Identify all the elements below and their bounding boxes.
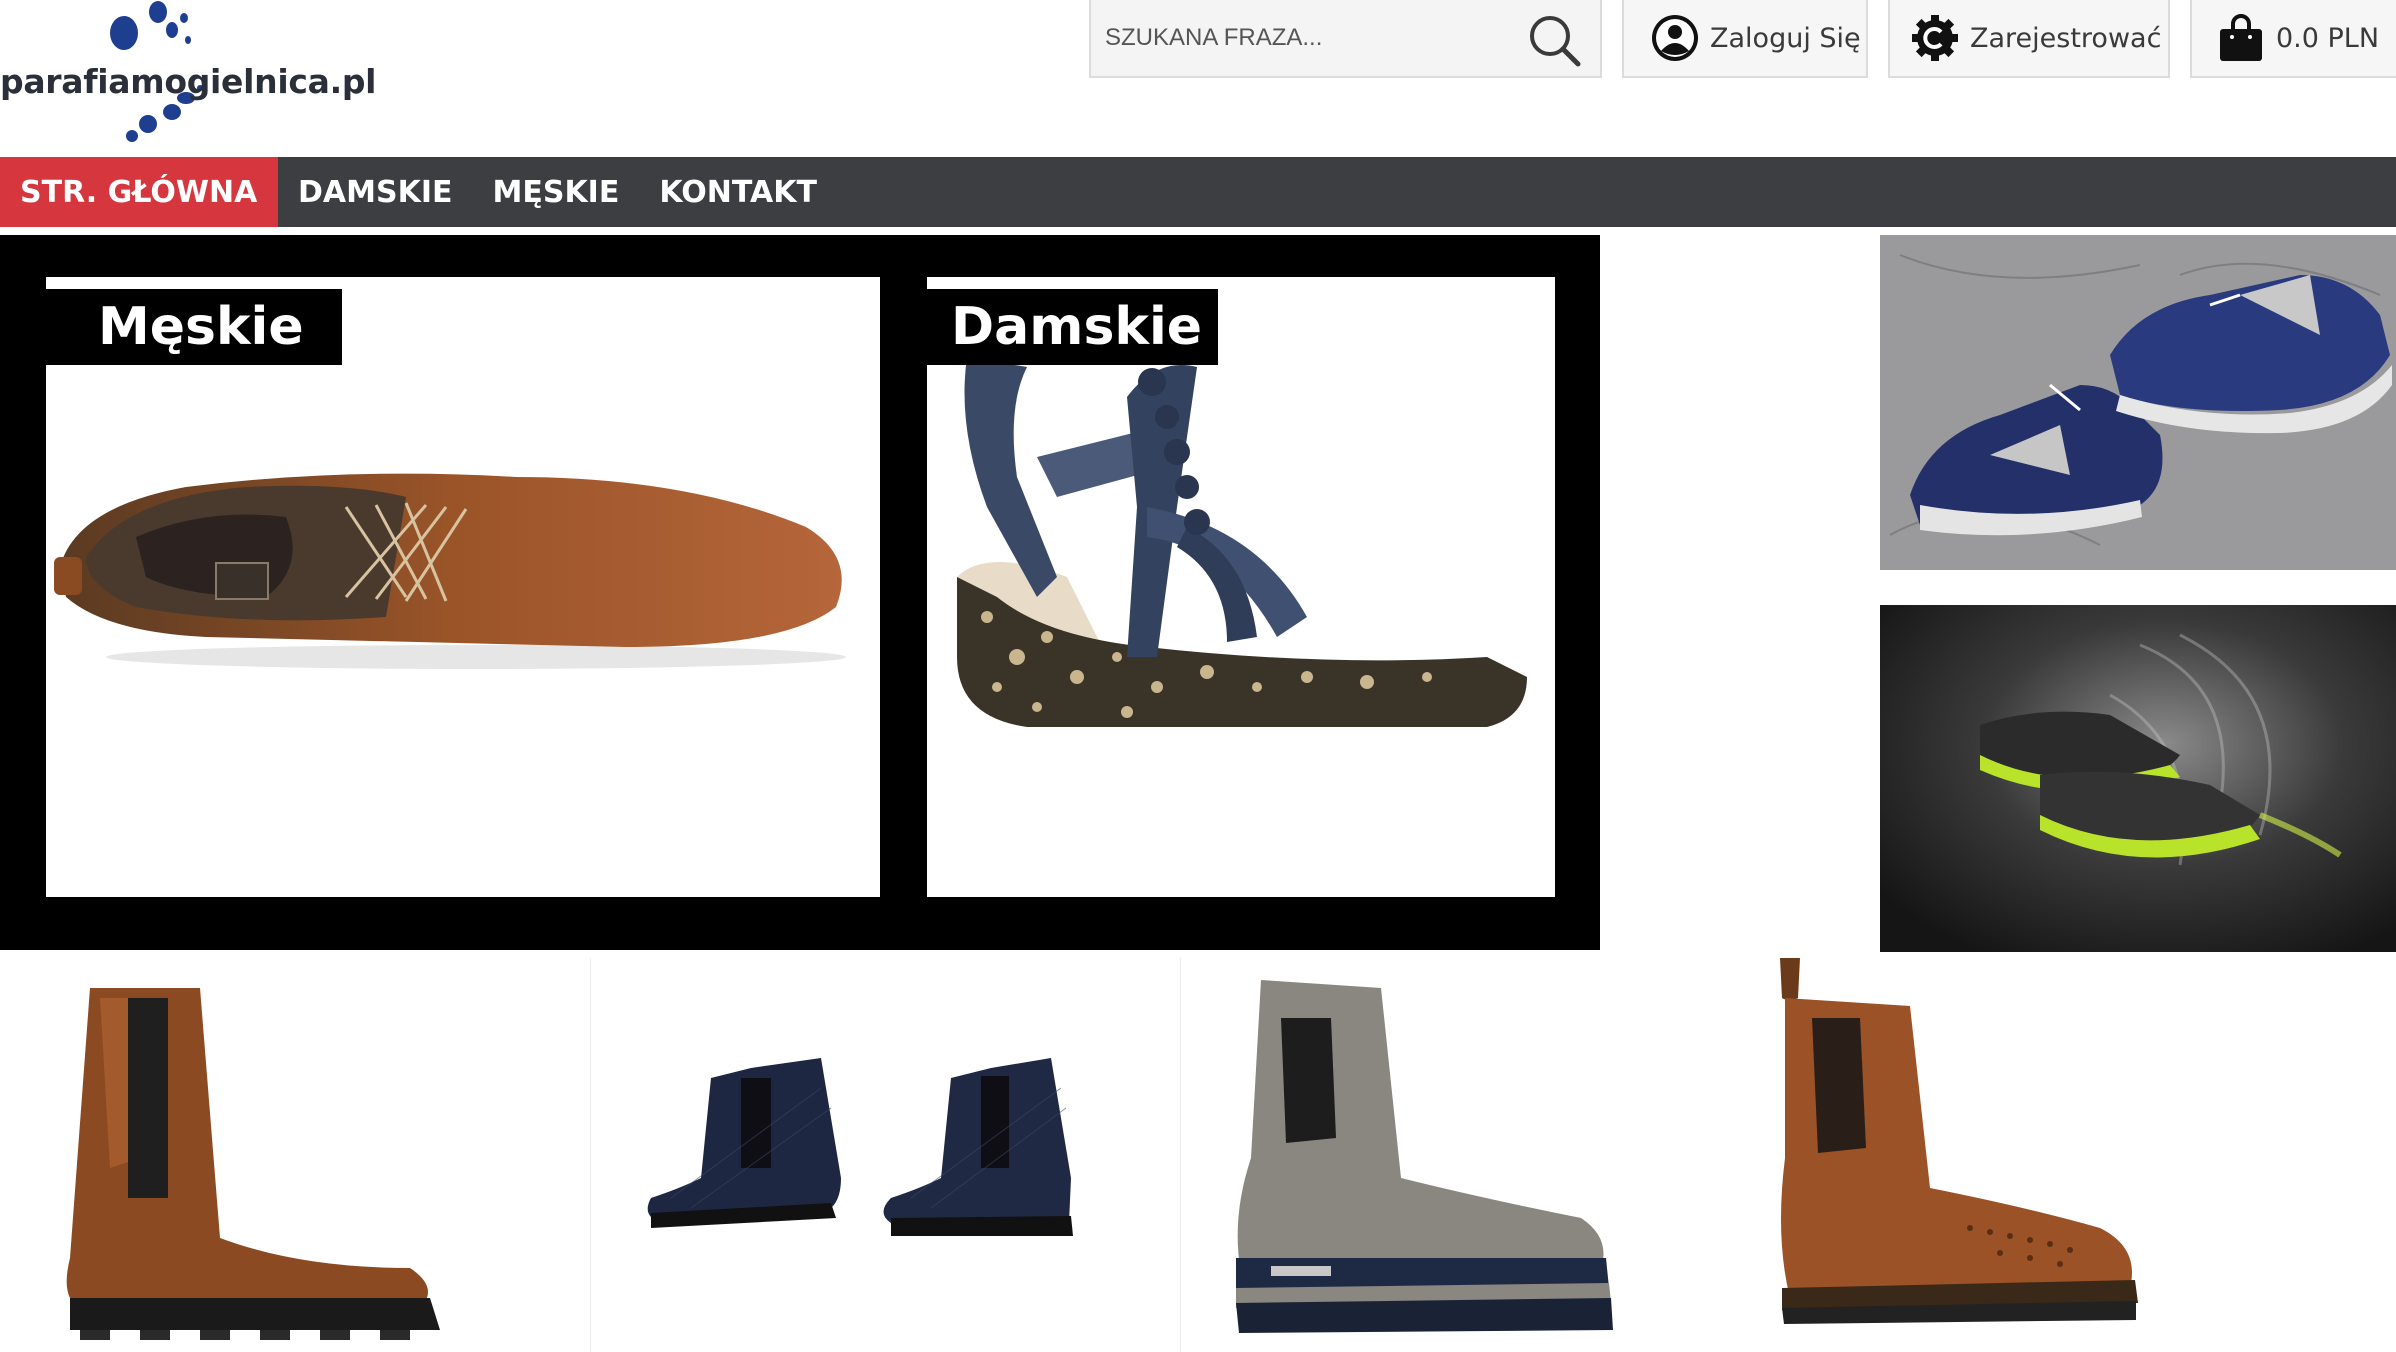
brown-chelsea-boot-image — [66, 988, 440, 1340]
register-label: Zarejestrować — [1970, 22, 2162, 54]
side-banner-sport[interactable] — [1880, 605, 2396, 952]
login-button[interactable]: Zaloguj Się — [1622, 0, 1868, 78]
product-tile[interactable] — [1180, 958, 1770, 1352]
side-banner-sneakers[interactable] — [1880, 235, 2396, 570]
brown-brogue-chelsea-boot-image — [1780, 958, 2138, 1324]
hero-label-men: Męskie — [46, 289, 342, 365]
product-tile[interactable] — [590, 958, 1180, 1352]
register-gear-icon — [1912, 15, 1958, 61]
user-icon — [1652, 15, 1698, 61]
product-tile[interactable] — [1770, 958, 2396, 1352]
nav-item-women[interactable]: DAMSKIE — [278, 157, 472, 227]
blue-sneakers-image — [1880, 235, 2396, 570]
cart-button[interactable]: 0.0 PLN — [2190, 0, 2396, 78]
site-logo[interactable]: parafiamogielnica.pl — [0, 0, 376, 150]
nav-item-home[interactable]: STR. GŁÓWNA — [0, 157, 278, 227]
brown-leather-boot-image — [54, 473, 846, 669]
green-sport-shoes-image — [1880, 605, 2396, 952]
logo-text: parafiamogielnica.pl — [0, 62, 377, 101]
login-label: Zaloguj Się — [1710, 22, 1861, 54]
product-tile[interactable] — [0, 958, 590, 1352]
register-button[interactable]: Zarejestrować — [1888, 0, 2170, 78]
hero-card-women[interactable]: Damskie — [927, 277, 1555, 897]
nav-item-contact[interactable]: KONTAKT — [639, 157, 837, 227]
search-icon[interactable] — [1526, 12, 1582, 68]
main-navigation: STR. GŁÓWNA DAMSKIE MĘSKIE KONTAKT — [0, 157, 2396, 227]
cart-total: 0.0 PLN — [2276, 22, 2380, 54]
hero-card-men[interactable]: Męskie — [46, 277, 880, 897]
search-input[interactable] — [1105, 24, 1525, 52]
navy-snake-ankle-boots-image — [647, 1058, 1073, 1236]
search-box — [1089, 0, 1602, 78]
navy-wedge-sandal-image — [957, 357, 1527, 727]
shopping-bag-icon — [2220, 14, 2262, 61]
hero-label-women: Damskie — [927, 289, 1219, 365]
nav-item-men[interactable]: MĘSKIE — [472, 157, 639, 227]
hero-banner: Męskie Damskie — [0, 235, 1600, 950]
grey-suede-chelsea-boot-image — [1236, 980, 1613, 1333]
product-row — [0, 958, 2396, 1352]
